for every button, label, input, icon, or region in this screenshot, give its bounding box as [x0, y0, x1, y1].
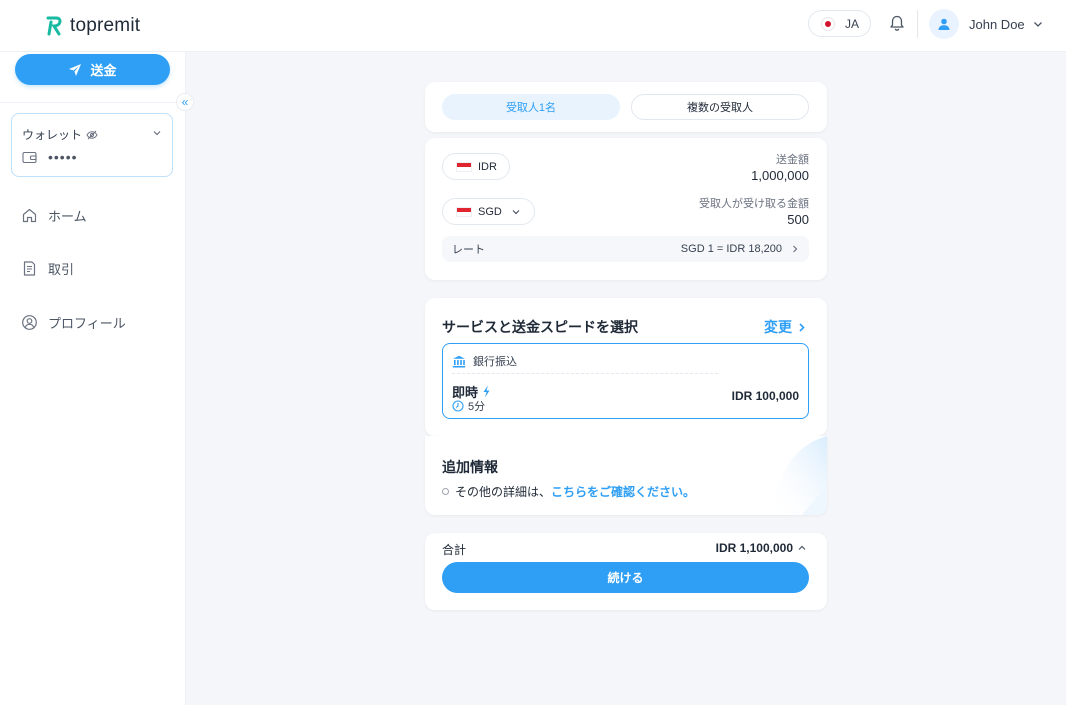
- summary-card: 合計 IDR 1,100,000 続ける: [425, 533, 827, 610]
- chevron-right-icon: [793, 245, 798, 253]
- info-prefix: その他の詳細は、: [455, 485, 552, 499]
- receive-amount-value[interactable]: 500: [787, 212, 809, 227]
- duration-value: 5分: [468, 401, 486, 413]
- user-name: John Doe: [969, 16, 1025, 32]
- additional-info-card: 追加情報 その他の詳細は、 こちらをご確認ください。: [425, 436, 827, 515]
- exchange-rate-row[interactable]: レート SGD 1 = IDR 18,200: [442, 236, 809, 262]
- collapse-sidebar-button[interactable]: «: [176, 93, 194, 111]
- indonesia-flag-icon: [456, 161, 472, 172]
- service-card: サービスと送金スピードを選択 変更 銀行振込 即時 5分 IDR 100,000: [425, 298, 827, 436]
- sidebar-item-label: ホーム: [48, 209, 87, 224]
- continue-button[interactable]: 続ける: [442, 562, 809, 593]
- chevron-up-icon: [798, 545, 806, 550]
- sidebar: 送金 « ウォレット ••••• ホーム 取引 プロフィール: [0, 52, 194, 705]
- more-details-link[interactable]: こちらをご確認ください。: [551, 483, 695, 500]
- rate-label: レート: [452, 244, 485, 256]
- logo-mark-icon: [46, 16, 62, 36]
- send-money-button[interactable]: 送金: [15, 54, 170, 85]
- brand-name: topremit: [70, 15, 141, 36]
- singapore-flag-icon: [456, 206, 472, 217]
- additional-info-title: 追加情報: [442, 459, 498, 475]
- bullet-icon: [442, 488, 449, 495]
- home-icon: [22, 208, 37, 223]
- receipt-icon: [23, 261, 36, 276]
- clock-icon: [452, 400, 464, 412]
- chevron-down-icon: [153, 131, 161, 136]
- lightning-icon: [483, 385, 490, 398]
- send-currency-select[interactable]: IDR: [442, 153, 510, 180]
- sidebar-item-transactions[interactable]: 取引: [21, 259, 74, 278]
- paper-plane-icon: [69, 63, 82, 76]
- additional-info-text: その他の詳細は、 こちらをご確認ください。: [442, 483, 695, 500]
- bell-icon[interactable]: [888, 14, 906, 32]
- user-menu[interactable]: John Doe: [929, 9, 1043, 39]
- duration-row: 5分: [452, 398, 485, 414]
- user-circle-icon: [22, 315, 37, 330]
- change-service-link[interactable]: 変更: [764, 317, 806, 337]
- service-fee: IDR 100,000: [731, 389, 799, 403]
- method-divider: [452, 373, 718, 374]
- wallet-header: ウォレット: [22, 126, 98, 143]
- selected-service-option[interactable]: 銀行振込 即時 5分 IDR 100,000: [442, 343, 809, 419]
- user-icon: [938, 18, 950, 30]
- sidebar-item-home[interactable]: ホーム: [21, 206, 87, 225]
- send-amount-value[interactable]: 1,000,000: [751, 168, 809, 183]
- tab-single-recipient[interactable]: 受取人1名: [442, 94, 620, 120]
- sidebar-item-label: 取引: [48, 262, 75, 277]
- top-header: topremit JA John Doe: [0, 0, 1066, 52]
- send-money-label: 送金: [90, 63, 117, 78]
- sidebar-item-label: プロフィール: [48, 316, 126, 331]
- amount-card: IDR 送金額 1,000,000 SGD 受取人が受け取る金額 500 レート…: [425, 138, 827, 280]
- sidebar-divider: [0, 102, 186, 103]
- decorative-shape: [772, 436, 827, 515]
- eye-off-icon[interactable]: [86, 129, 98, 141]
- receive-currency-code: SGD: [478, 205, 502, 218]
- total-toggle[interactable]: IDR 1,100,000: [716, 541, 807, 555]
- total-label: 合計: [442, 543, 467, 557]
- recipient-tabs-card: 受取人1名 複数の受取人: [425, 82, 827, 132]
- wallet-card[interactable]: ウォレット •••••: [11, 113, 173, 177]
- japan-flag-icon: [821, 16, 835, 31]
- language-code: JA: [845, 16, 860, 31]
- total-value: IDR 1,100,000: [715, 541, 793, 555]
- header-divider: [917, 10, 918, 38]
- sidebar-item-profile[interactable]: プロフィール: [21, 313, 126, 332]
- double-chevron-left-icon: «: [181, 95, 189, 109]
- method-name: 銀行振込: [473, 356, 517, 368]
- chevron-right-icon: [799, 322, 805, 332]
- brand-logo[interactable]: topremit: [46, 15, 140, 37]
- chevron-down-icon: [512, 209, 520, 214]
- send-currency-code: IDR: [478, 160, 497, 173]
- rate-value: SGD 1 = IDR 18,200: [680, 243, 782, 255]
- language-switcher[interactable]: JA: [808, 10, 871, 37]
- receive-amount-label: 受取人が受け取る金額: [699, 198, 809, 210]
- change-label: 変更: [764, 319, 792, 335]
- wallet-title: ウォレット: [22, 128, 83, 142]
- method-header: 銀行振込: [452, 353, 517, 369]
- wallet-balance-masked: •••••: [48, 149, 78, 165]
- wallet-icon: [22, 151, 37, 164]
- bank-icon: [452, 355, 466, 367]
- receive-currency-select[interactable]: SGD: [442, 198, 535, 225]
- send-amount-label: 送金額: [776, 154, 809, 166]
- avatar: [929, 9, 959, 39]
- chevron-down-icon: [1033, 22, 1042, 27]
- service-title: サービスと送金スピードを選択: [442, 319, 638, 335]
- tab-multiple-recipients[interactable]: 複数の受取人: [631, 94, 809, 120]
